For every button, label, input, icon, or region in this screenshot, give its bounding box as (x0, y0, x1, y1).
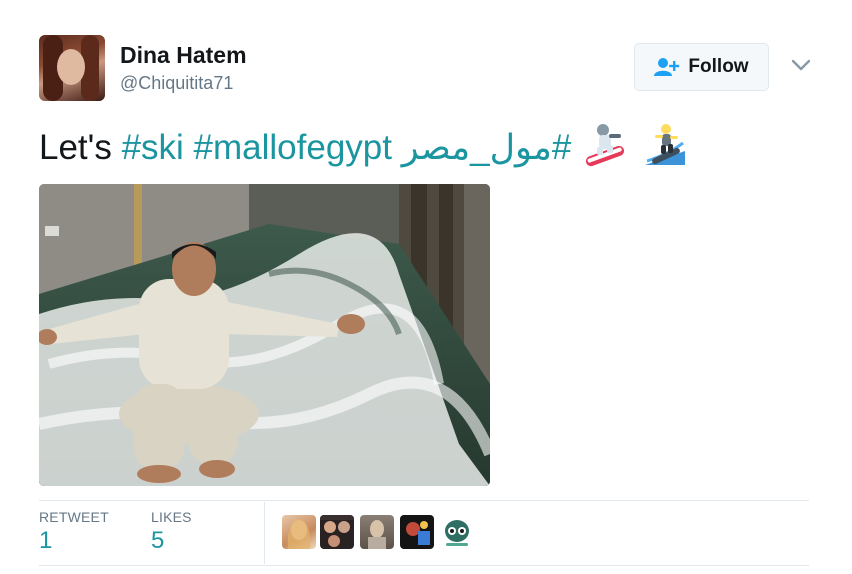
retweet-label: RETWEET (39, 509, 109, 525)
liker-avatar[interactable] (320, 515, 354, 549)
avatar-face (57, 49, 85, 85)
retweet-count[interactable]: 1 (39, 527, 52, 555)
liker-avatar[interactable] (360, 515, 394, 549)
hashtag-arabic[interactable]: #مول_مصر (402, 128, 572, 167)
likes-count[interactable]: 5 (151, 527, 164, 555)
hashtag-ski[interactable]: #ski (122, 128, 184, 167)
chevron-down-icon[interactable] (790, 56, 812, 74)
follow-button[interactable]: Follow (634, 43, 769, 91)
likes-label: LIKES (151, 509, 192, 525)
follow-button-label: Follow (688, 56, 749, 77)
user-handle[interactable]: @Chiquitita71 (120, 73, 233, 94)
user-name[interactable]: Dina Hatem (120, 42, 247, 69)
liker-avatar-image (287, 519, 311, 549)
photo-image (39, 184, 490, 486)
liker-avatar[interactable] (400, 515, 434, 549)
tweet-prefix: Let's (39, 128, 122, 167)
liker-avatar[interactable] (440, 515, 474, 549)
add-user-icon (654, 58, 680, 76)
hashtag-mallofegypt[interactable]: #mallofegypt (194, 128, 392, 167)
liker-avatar-image (320, 515, 354, 547)
liker-avatar-image (368, 520, 386, 549)
user-avatar[interactable] (39, 35, 105, 101)
liker-avatar-image (445, 520, 469, 546)
snowboarder-emoji-icon (585, 124, 625, 167)
stats-separator (264, 502, 265, 564)
liker-avatar[interactable] (282, 515, 316, 549)
stats-bottom-divider (39, 565, 809, 566)
tweet-text: Let's #ski #mallofegypt #مول_مصر (39, 124, 571, 172)
tweet-photo[interactable] (39, 184, 490, 486)
liker-avatar-image (406, 521, 430, 545)
stats-top-divider (39, 500, 809, 501)
surfer-emoji-icon (645, 124, 685, 165)
